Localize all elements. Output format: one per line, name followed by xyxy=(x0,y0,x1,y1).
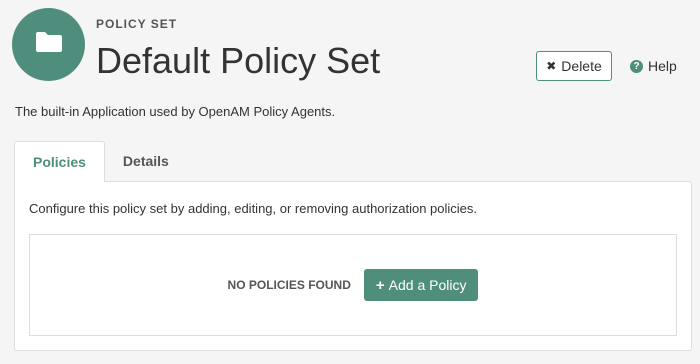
folder-icon xyxy=(34,30,64,59)
tab-label: Policies xyxy=(33,154,86,170)
help-link[interactable]: ? Help xyxy=(630,51,677,81)
tab-label: Details xyxy=(122,153,169,169)
add-policy-button[interactable]: + Add a Policy xyxy=(363,269,479,301)
panel-instructions: Configure this policy set by adding, edi… xyxy=(29,201,478,216)
delete-button-label: Delete xyxy=(561,58,602,74)
tab-policies[interactable]: Policies xyxy=(14,141,105,182)
close-icon: ✖ xyxy=(546,59,557,73)
page-eyebrow: POLICY SET xyxy=(96,17,178,31)
empty-state-label: NO POLICIES FOUND xyxy=(227,278,351,292)
plus-icon: + xyxy=(375,276,385,294)
tab-details[interactable]: Details xyxy=(105,141,187,181)
tab-bar: Policies Details xyxy=(14,141,187,182)
policy-set-description: The built-in Application used by OpenAM … xyxy=(15,104,336,119)
help-link-label: Help xyxy=(648,58,677,74)
help-icon: ? xyxy=(630,59,643,73)
page-header: POLICY SET Default Policy Set ✖ Delete ?… xyxy=(12,8,692,88)
add-policy-label: Add a Policy xyxy=(388,277,467,293)
avatar xyxy=(12,8,85,81)
policy-set-page: POLICY SET Default Policy Set ✖ Delete ?… xyxy=(0,0,700,364)
page-title: Default Policy Set xyxy=(96,40,381,81)
policies-panel: Configure this policy set by adding, edi… xyxy=(14,181,692,351)
delete-button[interactable]: ✖ Delete xyxy=(536,51,612,81)
empty-state: NO POLICIES FOUND + Add a Policy xyxy=(29,234,677,336)
